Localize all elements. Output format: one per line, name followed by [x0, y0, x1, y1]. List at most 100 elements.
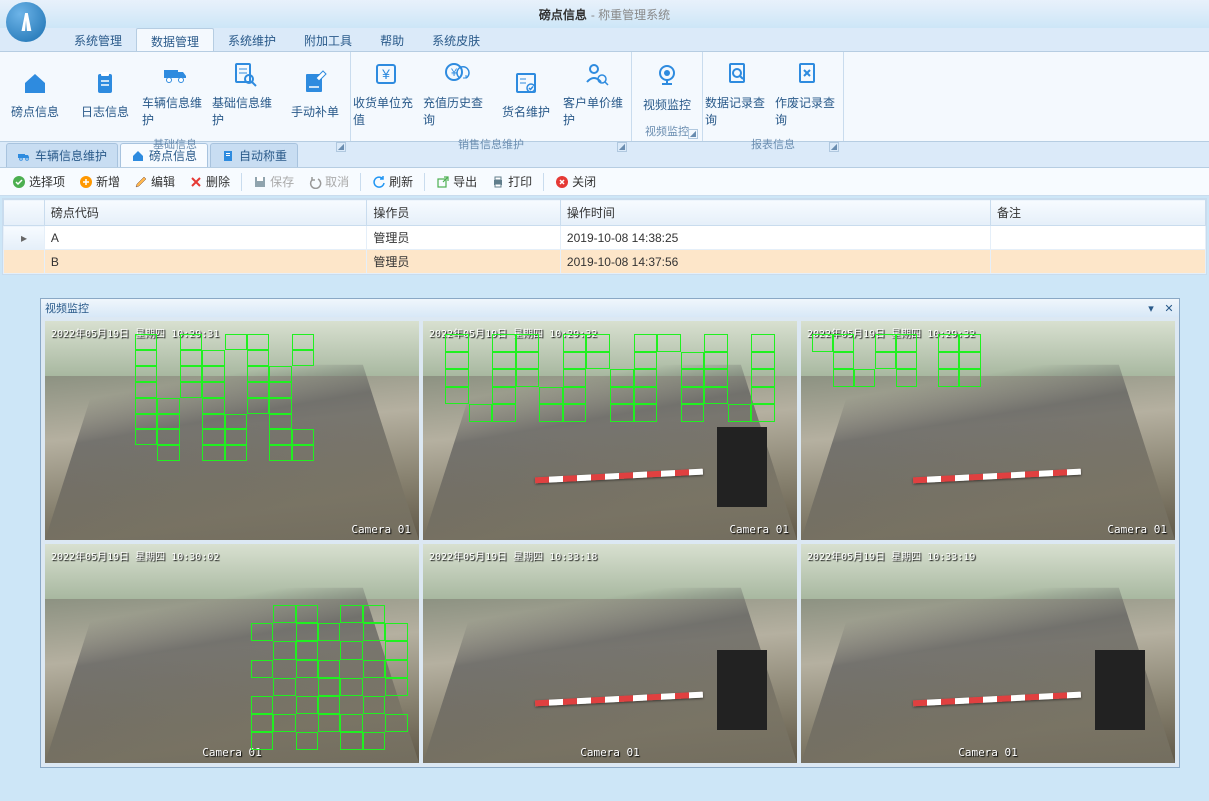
print-icon [491, 175, 505, 189]
camera-feed-6[interactable]: 2022年05月19日 星期四 10:33:19 Camera 01 [801, 544, 1175, 763]
menu-item-0[interactable]: 系统管理 [60, 28, 136, 51]
doc-search-icon [229, 58, 261, 90]
camera-device [717, 427, 767, 507]
tb-label: 选择项 [29, 173, 65, 190]
tb-label: 删除 [206, 173, 230, 190]
camera-label: Camera 01 [351, 523, 411, 536]
camera-feed-2[interactable]: 2022年05月19日 星期四 10:29:32Camera 01 [423, 321, 797, 540]
goods-maintain-button[interactable]: 货名维护 [491, 52, 561, 134]
table-cell: 管理员 [367, 226, 561, 250]
tb-label: 保存 [270, 173, 294, 190]
camera-feed-5[interactable]: 2022年05月19日 星期四 10:33:18 Camera 01 [423, 544, 797, 763]
ribbon-btn-label: 视频监控 [643, 96, 691, 113]
edit-button[interactable]: 编辑 [128, 171, 181, 192]
pin-icon[interactable]: ▾ [1145, 302, 1157, 315]
data-grid[interactable]: 磅点代码操作员操作时间备注 ▸A管理员2019-10-08 14:38:25B管… [3, 199, 1206, 274]
camera-feed-4[interactable]: 2022年05月19日 星期四 10:30:02Camera 01 [45, 544, 419, 763]
manual-add-button[interactable]: 手动补单 [280, 52, 350, 134]
camera-feed-3[interactable]: 2022年05月19日 星期四 10:29:32Camera 01 [801, 321, 1175, 540]
delete-button[interactable]: 删除 [183, 171, 236, 192]
home-icon [19, 67, 51, 99]
user-search-icon [580, 58, 612, 90]
select-button[interactable]: 选择项 [6, 171, 71, 192]
menu-item-2[interactable]: 系统维护 [214, 28, 290, 51]
motion-detection-overlay [812, 334, 980, 387]
refresh-icon [372, 175, 386, 189]
ribbon-group-label: 视频监控◢ [632, 121, 702, 141]
expand-icon[interactable]: ◢ [688, 129, 698, 139]
ribbon-btn-label: 收货单位充值 [353, 94, 419, 128]
video-panel-title: 视频监控 [45, 300, 89, 316]
edit-icon [299, 67, 331, 99]
table-cell: 2019-10-08 14:37:56 [560, 250, 990, 274]
ribbon-group-3: 数据记录查询作废记录查询报表信息◢ [703, 52, 844, 141]
table-cell: A [44, 226, 367, 250]
disk-icon [253, 175, 267, 189]
camera-feed-1[interactable]: 2022年05月19日 星期四 10:29:31Camera 01 [45, 321, 419, 540]
customer-price-button[interactable]: 客户单价维护 [561, 52, 631, 134]
column-header[interactable]: 操作员 [367, 200, 561, 226]
video-grid: 2022年05月19日 星期四 10:29:31Camera 012022年05… [41, 317, 1179, 767]
data-record-button[interactable]: 数据记录查询 [703, 52, 773, 134]
cancel-button: 取消 [302, 171, 355, 192]
refresh-button[interactable]: 刷新 [366, 171, 419, 192]
menu-item-3[interactable]: 附加工具 [290, 28, 366, 51]
menu-item-1[interactable]: 数据管理 [136, 28, 214, 51]
close-icon[interactable]: ✕ [1163, 302, 1175, 315]
save-button: 保存 [247, 171, 300, 192]
doc-x-icon [792, 58, 824, 90]
table-row[interactable]: B管理员2019-10-08 14:37:56 [4, 250, 1206, 274]
video-monitor-panel[interactable]: 视频监控 ▾ ✕ 2022年05月19日 星期四 10:29:31Camera … [40, 298, 1180, 768]
ribbon-btn-label: 数据记录查询 [705, 94, 771, 128]
yen-refresh-icon: ¥ [440, 58, 472, 90]
expand-icon[interactable]: ◢ [829, 142, 839, 152]
ribbon-btn-label: 手动补单 [291, 103, 339, 120]
print-button[interactable]: 打印 [485, 171, 538, 192]
window-titlebar: 磅点信息 - 称重管理系统 [0, 0, 1209, 28]
timestamp-overlay: 2022年05月19日 星期四 10:30:02 [51, 548, 219, 563]
recharge-history-button[interactable]: ¥充值历史查询 [421, 52, 491, 134]
column-header[interactable]: 磅点代码 [44, 200, 367, 226]
pound-info-button[interactable]: 磅点信息 [0, 52, 70, 134]
log-info-button[interactable]: 日志信息 [70, 52, 140, 134]
separator [424, 173, 425, 191]
camera-label: Camera 01 [729, 523, 789, 536]
export-button[interactable]: 导出 [430, 171, 483, 192]
data-grid-container: 磅点代码操作员操作时间备注 ▸A管理员2019-10-08 14:38:25B管… [2, 198, 1207, 275]
close-button[interactable]: 关闭 [549, 171, 602, 192]
camera-label: Camera 01 [580, 746, 640, 759]
toolbar: 选择项新增 编辑 删除 保存取消刷新 导出 打印 关闭 [0, 168, 1209, 196]
basic-info-button[interactable]: 基础信息维护 [210, 52, 280, 134]
camera-label: Camera 01 [1107, 523, 1167, 536]
camera-label: Camera 01 [958, 746, 1018, 759]
video-monitor-button[interactable]: 视频监控 [632, 52, 702, 121]
ribbon-btn-label: 磅点信息 [11, 103, 59, 120]
timestamp-overlay: 2022年05月19日 星期四 10:33:18 [429, 548, 597, 563]
tb-label: 编辑 [151, 173, 175, 190]
recharge-button[interactable]: ¥收货单位充值 [351, 52, 421, 134]
camera-device [717, 650, 767, 730]
void-record-button[interactable]: 作废记录查询 [773, 52, 843, 134]
list-check-icon [510, 67, 542, 99]
vehicle-info-button[interactable]: 车辆信息维护 [140, 52, 210, 134]
tb-label: 导出 [453, 173, 477, 190]
tb-label: 打印 [508, 173, 532, 190]
menu-item-5[interactable]: 系统皮肤 [418, 28, 494, 51]
menu-item-4[interactable]: 帮助 [366, 28, 418, 51]
column-header[interactable]: 操作时间 [560, 200, 990, 226]
tb-label: 关闭 [572, 173, 596, 190]
expand-icon[interactable]: ◢ [336, 142, 346, 152]
export-icon [436, 175, 450, 189]
table-row[interactable]: ▸A管理员2019-10-08 14:38:25 [4, 226, 1206, 250]
add-button[interactable]: 新增 [73, 171, 126, 192]
ribbon-btn-label: 车辆信息维护 [142, 94, 208, 128]
motion-detection-overlay [445, 334, 774, 422]
video-panel-titlebar[interactable]: 视频监控 ▾ ✕ [41, 299, 1179, 317]
row-indicator [4, 250, 45, 274]
separator [543, 173, 544, 191]
ribbon-group-label: 基础信息◢ [0, 134, 350, 154]
expand-icon[interactable]: ◢ [617, 142, 627, 152]
table-cell [990, 250, 1205, 274]
column-header[interactable]: 备注 [990, 200, 1205, 226]
timestamp-overlay: 2022年05月19日 星期四 10:33:19 [807, 548, 975, 563]
